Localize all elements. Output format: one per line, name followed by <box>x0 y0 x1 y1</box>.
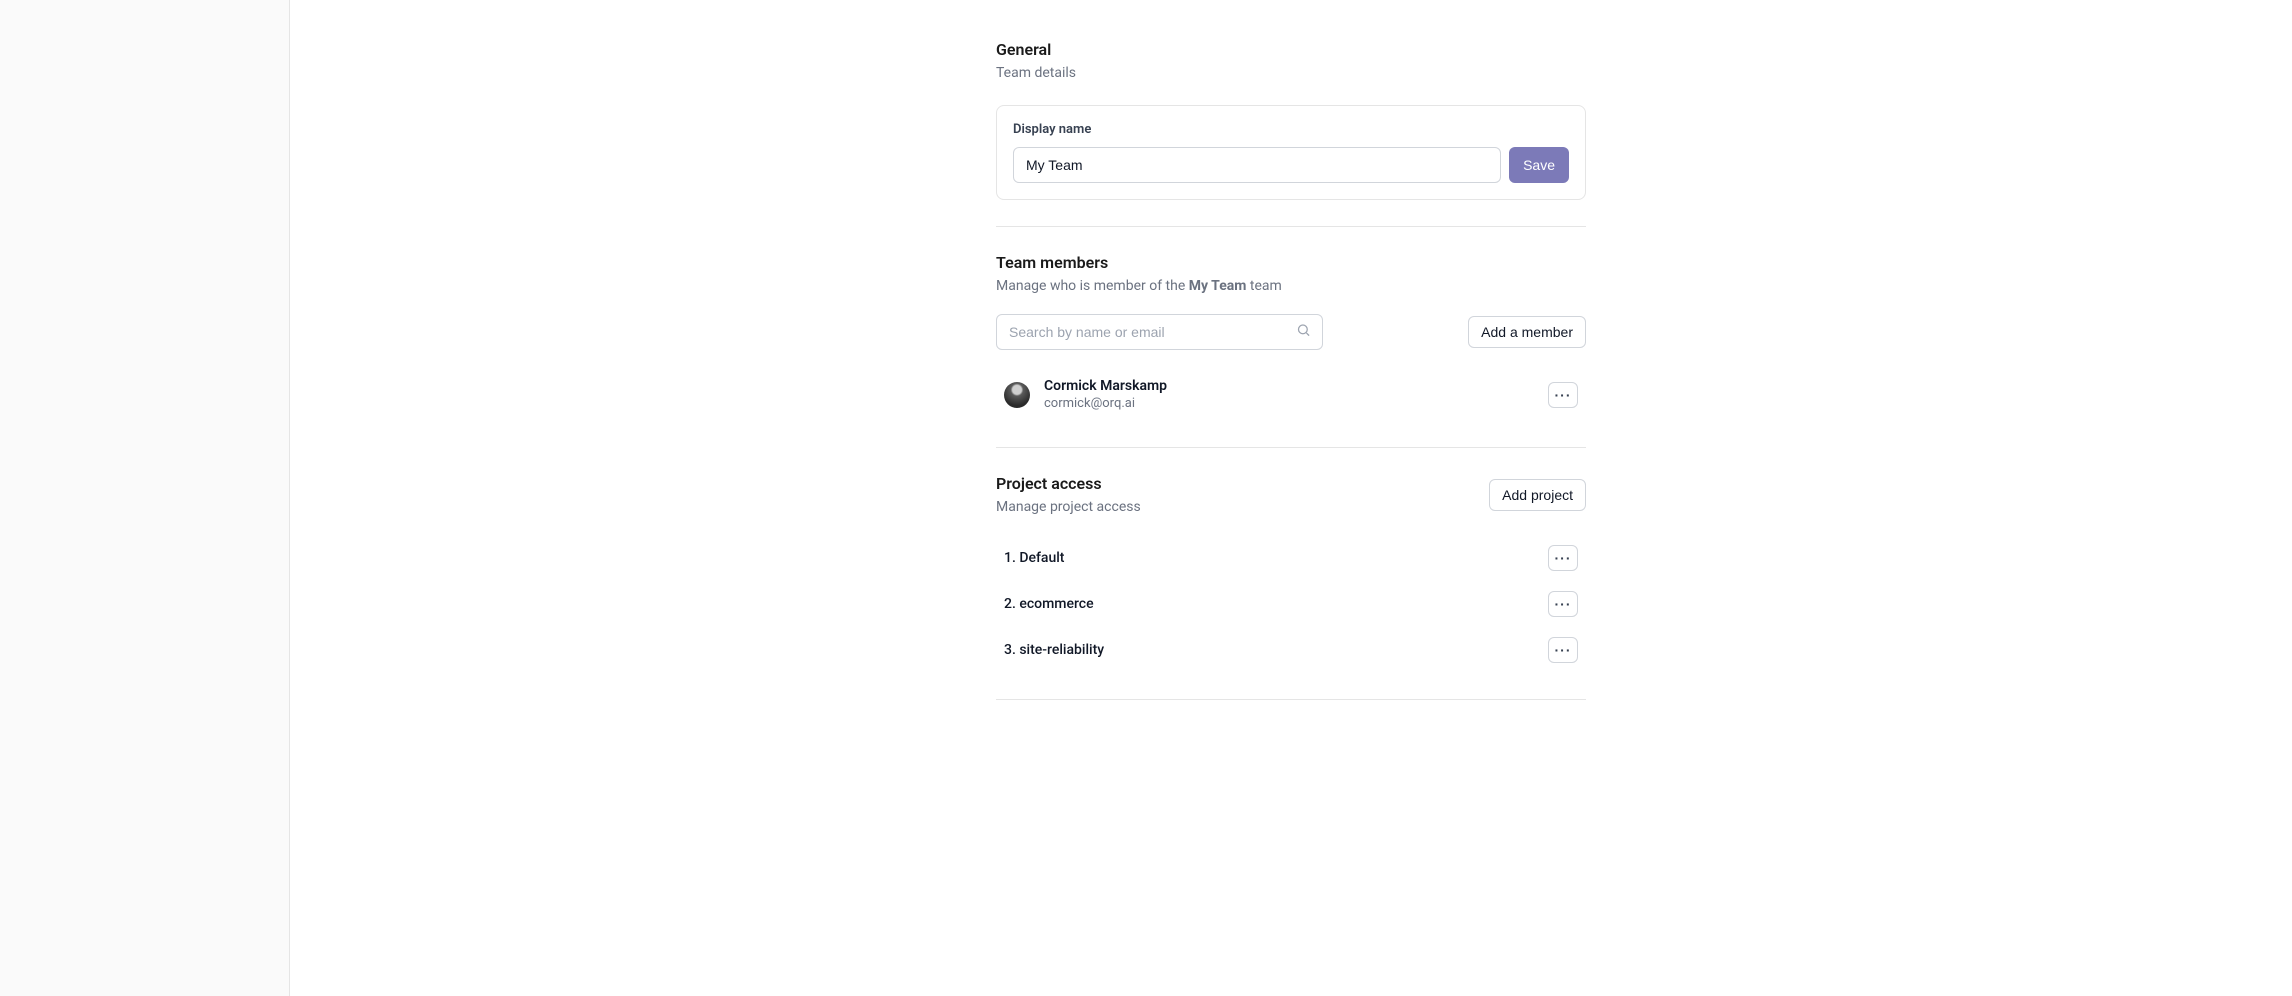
member-name: Cormick Marskamp <box>1044 378 1548 394</box>
general-title: General <box>996 40 1586 59</box>
main-content: General Team details Display name Save T… <box>290 0 2292 996</box>
add-member-button[interactable]: Add a member <box>1468 316 1586 348</box>
members-subtitle-prefix: Manage who is member of the <box>996 278 1189 294</box>
project-row: 1. Default ··· <box>996 535 1586 581</box>
more-icon: ··· <box>1555 551 1572 565</box>
projects-subtitle: Manage project access <box>996 499 1141 515</box>
display-name-card: Display name Save <box>996 105 1586 200</box>
avatar <box>1004 382 1030 408</box>
divider <box>996 226 1586 227</box>
divider <box>996 447 1586 448</box>
more-icon: ··· <box>1555 388 1572 402</box>
member-search-input[interactable] <box>996 314 1323 350</box>
divider <box>996 699 1586 700</box>
project-row: 2. ecommerce ··· <box>996 581 1586 627</box>
project-actions-button[interactable]: ··· <box>1548 637 1578 663</box>
general-subtitle: Team details <box>996 65 1586 81</box>
add-project-button[interactable]: Add project <box>1489 479 1586 511</box>
members-subtitle: Manage who is member of the My Team team <box>996 278 1282 294</box>
project-actions-button[interactable]: ··· <box>1548 591 1578 617</box>
projects-title: Project access <box>996 474 1141 493</box>
members-title: Team members <box>996 253 1282 272</box>
project-name: 2. ecommerce <box>1004 596 1094 612</box>
project-name: 1. Default <box>1004 550 1064 566</box>
members-subtitle-bold: My Team <box>1189 278 1247 294</box>
member-row: Cormick Marskamp cormick@orq.ai ··· <box>996 368 1586 421</box>
more-icon: ··· <box>1555 597 1572 611</box>
project-actions-button[interactable]: ··· <box>1548 545 1578 571</box>
save-button[interactable]: Save <box>1509 147 1569 183</box>
project-row: 3. site-reliability ··· <box>996 627 1586 673</box>
more-icon: ··· <box>1555 643 1572 657</box>
project-name: 3. site-reliability <box>1004 642 1104 658</box>
members-subtitle-suffix: team <box>1246 278 1281 294</box>
sidebar <box>0 0 290 996</box>
member-actions-button[interactable]: ··· <box>1548 382 1578 408</box>
display-name-input[interactable] <box>1013 147 1501 183</box>
display-name-label: Display name <box>1013 122 1569 137</box>
member-email: cormick@orq.ai <box>1044 396 1548 411</box>
